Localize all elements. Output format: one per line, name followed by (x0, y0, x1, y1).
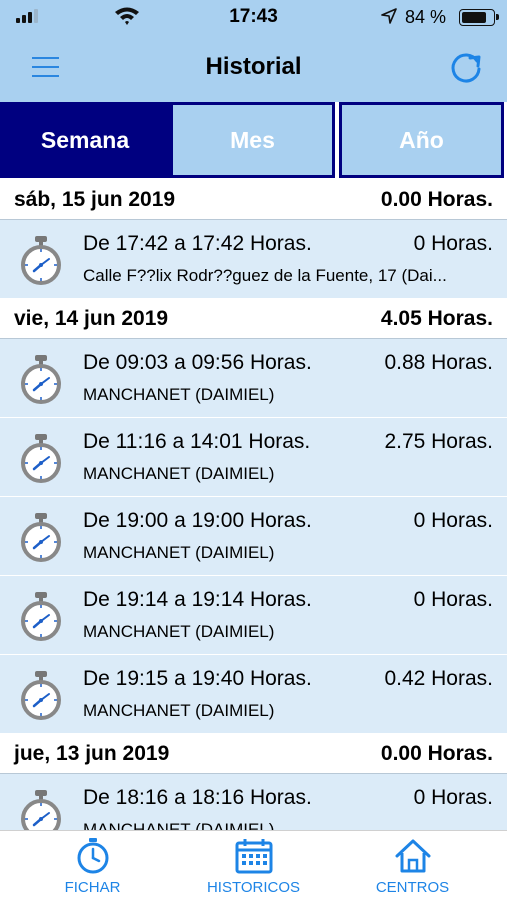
list-item[interactable]: De 17:42 a 17:42 Horas. 0 Horas. Calle F… (0, 220, 507, 299)
entry-time-range: De 17:42 a 17:42 Horas. (83, 232, 312, 255)
entry-location: MANCHANET (DAIMIEL) (83, 820, 275, 830)
entry-location: Calle F??lix Rodr??guez de la Fuente, 17… (83, 266, 447, 285)
stopwatch-icon (21, 512, 61, 562)
entry-hours: 2.75 Horas. (384, 430, 493, 453)
list-item[interactable]: De 09:03 a 09:56 Horas. 0.88 Horas. MANC… (0, 339, 507, 418)
day-date: sáb, 15 jun 2019 (14, 188, 176, 211)
entry-hours: 0 Horas. (413, 232, 493, 255)
list-item[interactable]: De 19:14 a 19:14 Horas. 0 Horas. MANCHAN… (0, 576, 507, 655)
history-list[interactable]: sáb, 15 jun 2019 0.00 Horas. De 17:42 a … (0, 180, 507, 830)
stopwatch-icon (77, 838, 108, 874)
tab-ano[interactable]: Año (339, 102, 504, 178)
entry-location: MANCHANET (DAIMIEL) (83, 622, 275, 641)
entry-hours: 0.88 Horas. (384, 351, 493, 374)
stopwatch-icon (21, 433, 61, 483)
day-date: vie, 14 jun 2019 (14, 307, 169, 330)
day-total: 4.05 Horas. (380, 307, 493, 330)
nav-fichar-label: FICHAR (64, 879, 121, 896)
bottom-tab-bar: FICHAR HISTORICOS CENTROS (0, 830, 507, 900)
day-header: jue, 13 jun 2019 0.00 Horas. (0, 734, 507, 774)
entry-location: MANCHANET (DAIMIEL) (83, 464, 275, 483)
entry-hours: 0 Horas. (413, 509, 493, 532)
day-total: 0.00 Horas. (380, 188, 493, 211)
entry-time-range: De 18:16 a 18:16 Horas. (83, 786, 312, 809)
nav-centros-label: CENTROS (375, 879, 450, 896)
entry-hours: 0 Horas. (413, 786, 493, 809)
entry-location: MANCHANET (DAIMIEL) (83, 701, 275, 720)
status-bar: 17:43 84 % (0, 0, 507, 34)
day-header: vie, 14 jun 2019 4.05 Horas. (0, 299, 507, 339)
page-title: Historial (205, 53, 302, 80)
entry-location: MANCHANET (DAIMIEL) (83, 385, 275, 404)
nav-historicos[interactable]: HISTORICOS (169, 831, 338, 900)
entry-hours: 0.42 Horas. (384, 667, 493, 690)
list-item[interactable]: De 19:15 a 19:40 Horas. 0.42 Horas. MANC… (0, 655, 507, 734)
battery-icon (459, 9, 499, 26)
nav-historicos-label: HISTORICOS (206, 879, 301, 896)
entry-location: MANCHANET (DAIMIEL) (83, 543, 275, 562)
tab-mes[interactable]: Mes (170, 102, 335, 178)
stopwatch-icon (21, 354, 61, 404)
entry-time-range: De 19:14 a 19:14 Horas. (83, 588, 312, 611)
entry-time-range: De 09:03 a 09:56 Horas. (83, 351, 312, 374)
day-date: jue, 13 jun 2019 (14, 742, 170, 765)
entry-time-range: De 19:15 a 19:40 Horas. (83, 667, 312, 690)
entry-time-range: De 11:16 a 14:01 Horas. (83, 430, 311, 453)
stopwatch-icon (21, 670, 61, 720)
entry-hours: 0 Horas. (413, 588, 493, 611)
nav-centros[interactable]: CENTROS (328, 831, 497, 900)
location-arrow-icon (381, 8, 397, 24)
stopwatch-icon (21, 591, 61, 641)
nav-fichar[interactable]: FICHAR (8, 831, 177, 900)
tab-semana[interactable]: Semana (0, 102, 170, 178)
battery-percent: 84 % (405, 7, 447, 27)
home-icon (395, 839, 430, 873)
stopwatch-icon (21, 235, 61, 285)
period-tabs: Semana Mes Año (0, 102, 507, 180)
list-item[interactable]: De 18:16 a 18:16 Horas. 0 Horas. MANCHAN… (0, 774, 507, 830)
day-total: 0.00 Horas. (380, 742, 493, 765)
stopwatch-icon (21, 789, 61, 830)
list-item[interactable]: De 11:16 a 14:01 Horas. 2.75 Horas. MANC… (0, 418, 507, 497)
app-header: Historial (0, 34, 507, 102)
list-item[interactable]: De 19:00 a 19:00 Horas. 0 Horas. MANCHAN… (0, 497, 507, 576)
calendar-icon (235, 839, 272, 874)
refresh-icon[interactable] (446, 48, 486, 88)
day-header: sáb, 15 jun 2019 0.00 Horas. (0, 180, 507, 220)
entry-time-range: De 19:00 a 19:00 Horas. (83, 509, 312, 532)
battery-level (462, 12, 486, 23)
